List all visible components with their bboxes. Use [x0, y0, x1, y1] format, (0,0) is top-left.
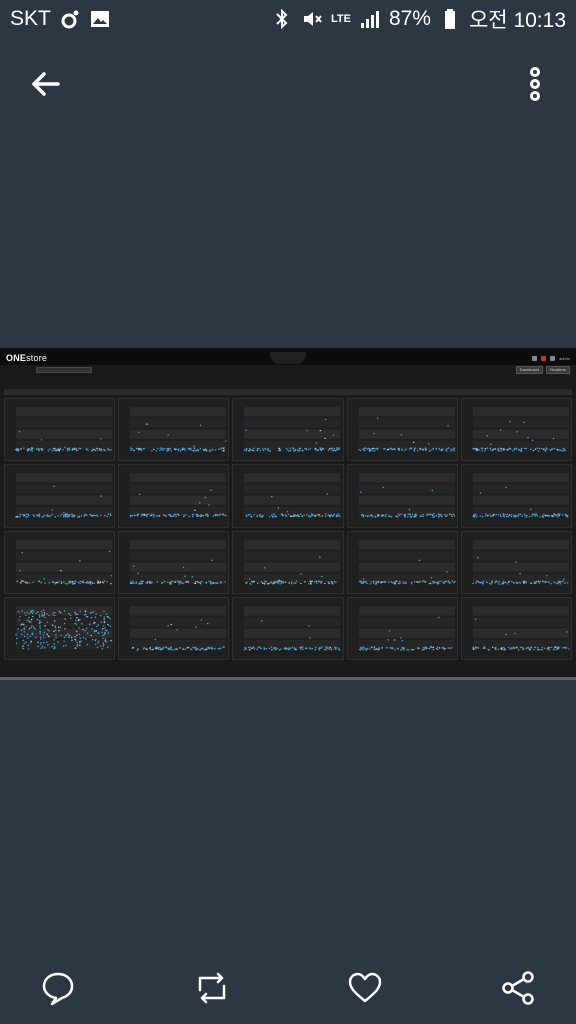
scatter-panel [118, 464, 230, 528]
gallery-icon [89, 8, 111, 30]
onestore-header: ONEstore admin [0, 351, 576, 365]
scatter-panel [4, 464, 116, 528]
share-icon [502, 971, 534, 1005]
realtime-button: Realtime [546, 366, 570, 374]
scatter-panel [232, 464, 344, 528]
scatter-panel [460, 530, 572, 594]
like-button[interactable] [345, 968, 385, 1008]
user-icon [550, 355, 556, 361]
scatter-panel [346, 464, 458, 528]
dashboard-button: Dashboard [515, 366, 544, 374]
retweet-icon [198, 972, 226, 1004]
retweet-button[interactable] [192, 968, 232, 1008]
scatter-panel [118, 398, 230, 462]
heart-icon [348, 972, 382, 1003]
comment-button[interactable] [38, 968, 78, 1008]
onestore-logo: ONEstore [6, 353, 48, 363]
filter-select [36, 367, 92, 373]
lte-icon: LTE [330, 12, 351, 25]
scatter-panel [460, 398, 572, 462]
scatter-panel [4, 398, 116, 462]
scatter-panel [4, 530, 116, 594]
user-label: admin [559, 355, 570, 361]
scatter-panel [460, 596, 572, 660]
scatter-panel [232, 398, 344, 462]
clock: 오전 10:13 [468, 9, 566, 32]
o-icon [59, 8, 81, 30]
scatter-panel [346, 596, 458, 660]
header-center-tab [270, 352, 306, 364]
alert-icon [541, 355, 547, 361]
scatter-panel [346, 530, 458, 594]
scatter-panel-grid [0, 395, 576, 663]
status-bar: SKT LTE 87% 오전 10:13 [0, 0, 576, 38]
arrow-left-icon [32, 72, 60, 96]
settings-icon [532, 355, 538, 361]
comment-icon [42, 972, 74, 1006]
scatter-panel [118, 530, 230, 594]
three-dots-vertical-icon [530, 67, 540, 101]
mute-icon [301, 8, 323, 30]
signal-icon [359, 8, 381, 30]
battery-icon [439, 8, 461, 30]
share-button[interactable] [498, 968, 538, 1008]
scatter-panel [346, 398, 458, 462]
scatter-panel [232, 530, 344, 594]
scatter-panel [4, 596, 116, 660]
scatter-panel [460, 464, 572, 528]
bottom-action-bar [0, 954, 576, 1024]
attached-screenshot-image[interactable]: ONEstore admin Dashboard Realtime [0, 348, 576, 680]
back-button[interactable] [26, 64, 66, 104]
bluetooth-icon [271, 8, 293, 30]
scatter-panel [232, 596, 344, 660]
filter-bar: Dashboard Realtime [0, 365, 576, 375]
scatter-panel [118, 596, 230, 660]
battery-percent: 87% [388, 7, 431, 30]
carrier-label: SKT [10, 7, 51, 30]
top-app-bar [0, 50, 576, 116]
more-options-button[interactable] [520, 64, 550, 104]
